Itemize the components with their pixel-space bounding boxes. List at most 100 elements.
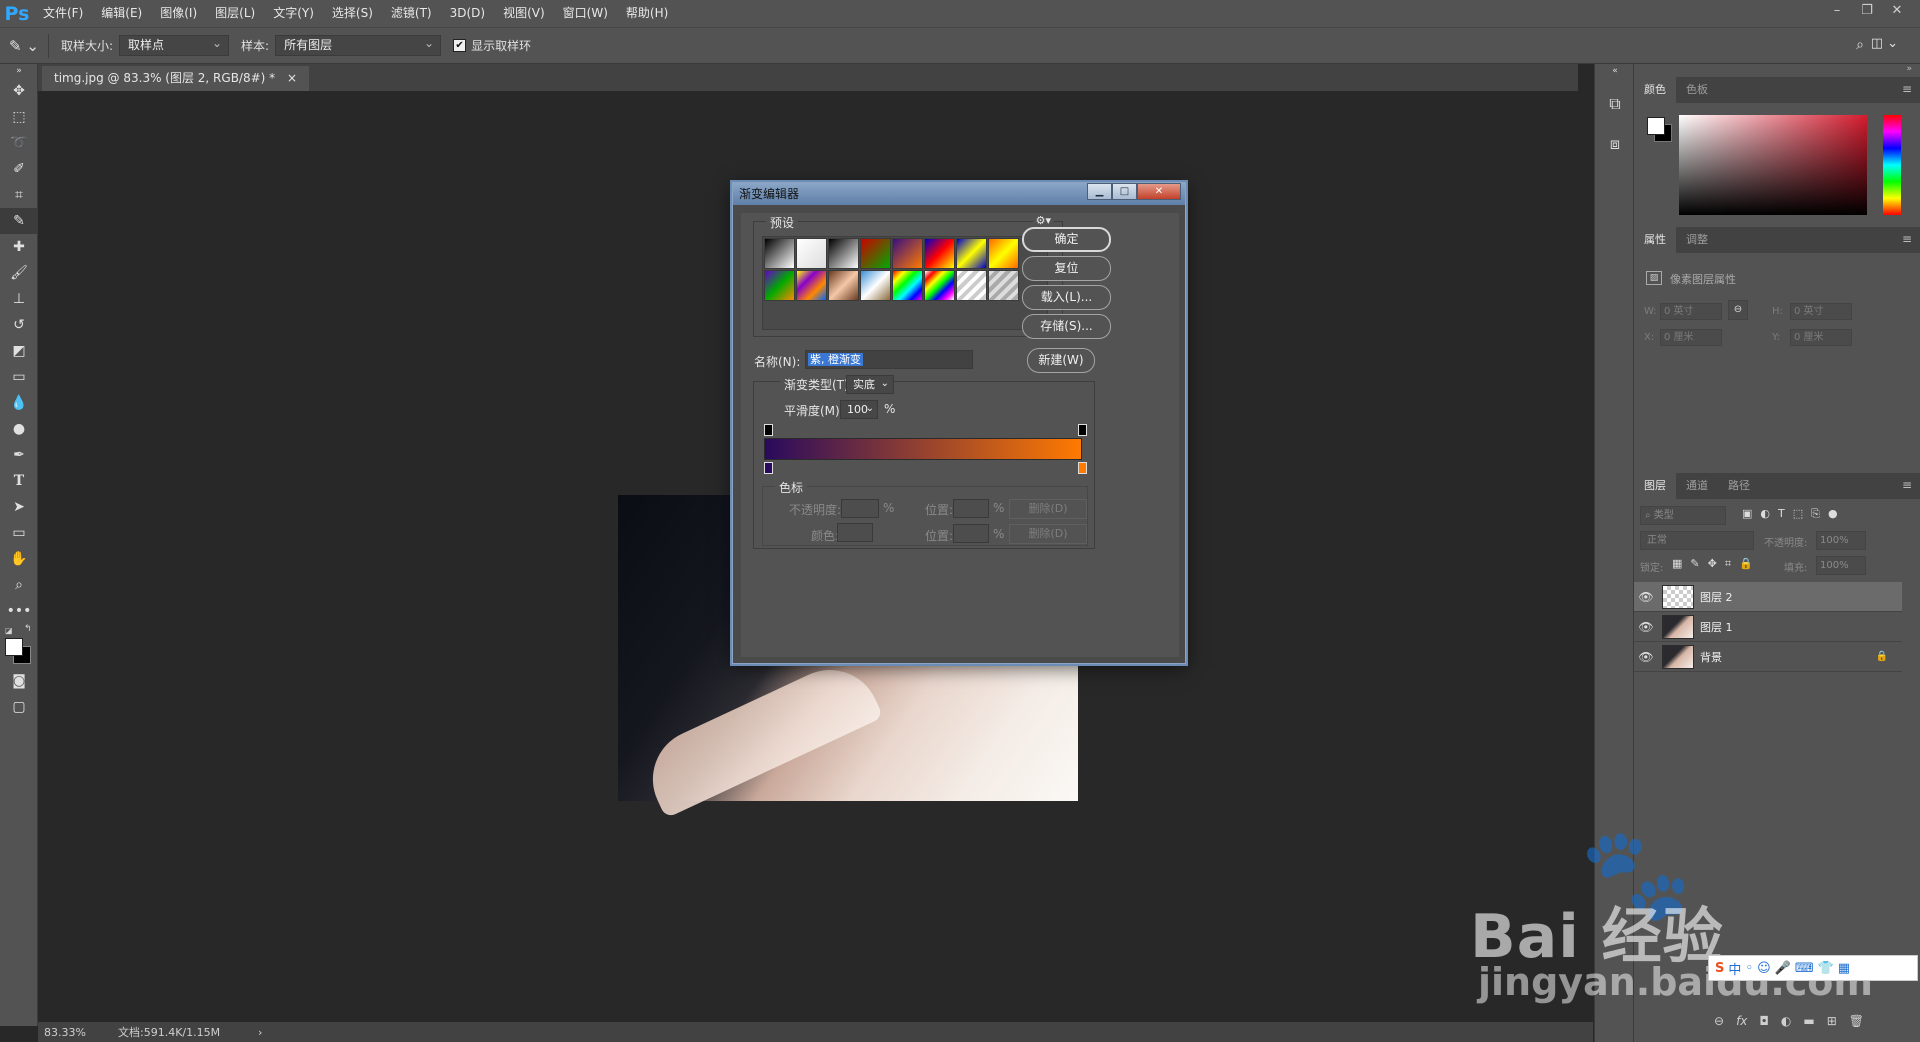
lock-artboard-icon[interactable]: ⌗ <box>1725 557 1731 571</box>
character-panel-icon[interactable]: ⧈ <box>1595 124 1635 164</box>
marquee-tool-icon[interactable]: ⬚ <box>0 104 38 130</box>
ime-emoji-icon[interactable]: ☺ <box>1757 961 1771 976</box>
dock-collapse-icon[interactable]: « <box>1595 64 1635 78</box>
opacity-stop-right[interactable] <box>1078 424 1087 436</box>
preset-red-green[interactable] <box>860 238 891 269</box>
filter-smart-icon[interactable]: ⎘ <box>1811 507 1820 521</box>
lock-transparent-icon[interactable]: ▦ <box>1672 557 1682 571</box>
color-stop-right[interactable] <box>1078 462 1087 474</box>
preset-fg-bg[interactable] <box>764 238 795 269</box>
reset-button[interactable]: 复位 <box>1022 256 1111 281</box>
save-button[interactable]: 存储(S)... <box>1022 314 1111 339</box>
gradient-preview-bar[interactable] <box>764 438 1082 460</box>
filter-shape-icon[interactable]: ⬚ <box>1793 507 1803 521</box>
menu-window[interactable]: 窗口(W) <box>554 0 617 27</box>
screen-mode-icon[interactable]: ▢ <box>0 694 38 720</box>
tab-close-icon[interactable]: × <box>287 71 297 85</box>
stop-color-swatch[interactable] <box>837 523 873 542</box>
tab-layers[interactable]: 图层 <box>1634 473 1676 499</box>
blur-tool-icon[interactable]: 💧 <box>0 390 38 416</box>
preset-orange-yellow-orange[interactable] <box>988 238 1019 269</box>
preset-fg-transparent[interactable] <box>796 238 827 269</box>
gradient-type-dropdown[interactable]: 实底 ⌄ <box>846 375 894 394</box>
foreground-color[interactable] <box>5 638 23 656</box>
visibility-icon[interactable]: 👁 <box>1634 590 1658 604</box>
eyedropper-tool-icon[interactable]: ✎ <box>0 208 38 234</box>
link-icon[interactable]: ⊖ <box>1728 300 1748 320</box>
minimize-icon[interactable]: – <box>1822 0 1852 22</box>
menu-file[interactable]: 文件(F) <box>34 0 92 27</box>
quick-mask-icon[interactable]: ◙ <box>0 668 38 694</box>
preset-spectrum[interactable] <box>892 270 923 301</box>
new-button[interactable]: 新建(W) <box>1027 348 1095 373</box>
opacity-field[interactable]: 100% <box>1816 531 1866 550</box>
panel-menu-icon[interactable]: ≡ <box>1902 478 1912 492</box>
blend-mode-dropdown[interactable]: 正常 <box>1640 531 1754 550</box>
color-field[interactable] <box>1679 115 1867 215</box>
y-field[interactable]: 0 厘米 <box>1790 329 1852 346</box>
preset-chrome[interactable] <box>860 270 891 301</box>
tab-color[interactable]: 颜色 <box>1634 77 1676 103</box>
more-tools-icon[interactable]: ••• <box>0 598 38 624</box>
shape-tool-icon[interactable]: ▭ <box>0 520 38 546</box>
eyedropper-preset-icon[interactable]: ✎ ⌄ <box>0 37 48 55</box>
fill-field[interactable]: 100% <box>1816 556 1866 575</box>
tab-properties[interactable]: 属性 <box>1634 227 1676 253</box>
menu-filter[interactable]: 滤镜(T) <box>382 0 441 27</box>
tab-paths[interactable]: 路径 <box>1718 473 1760 499</box>
eraser-tool-icon[interactable]: ◩ <box>0 338 38 364</box>
tab-swatches[interactable]: 色板 <box>1676 77 1718 103</box>
type-tool-icon[interactable]: T <box>0 468 38 494</box>
filter-adjust-icon[interactable]: ◐ <box>1760 507 1770 521</box>
stop-opacity-field[interactable] <box>841 499 879 518</box>
quick-select-tool-icon[interactable]: ✐ <box>0 156 38 182</box>
search-icon[interactable]: ⌕ <box>1856 37 1864 53</box>
workspace-icon[interactable]: ◫ ⌄ <box>1871 36 1898 51</box>
layer-name[interactable]: 背景 <box>1700 649 1722 665</box>
tab-channels[interactable]: 通道 <box>1676 473 1718 499</box>
swap-colors-icon[interactable]: ↰ <box>24 624 32 634</box>
dialog-close-icon[interactable]: ✕ <box>1137 183 1181 200</box>
layer-row[interactable]: 👁 背景 🔒 <box>1634 642 1902 672</box>
path-select-icon[interactable]: ➤ <box>0 494 38 520</box>
panel-collapse-icon[interactable]: » <box>0 64 38 78</box>
layer-filter[interactable]: ⌕ 类型 <box>1640 506 1726 525</box>
stamp-tool-icon[interactable]: ⊥ <box>0 286 38 312</box>
document-tab[interactable]: timg.jpg @ 83.3% (图层 2, RGB/8#) * × <box>42 66 310 91</box>
preset-violet-green-orange[interactable] <box>764 270 795 301</box>
visibility-icon[interactable]: 👁 <box>1634 620 1658 634</box>
dialog-minimize-icon[interactable]: ▁ <box>1087 183 1112 200</box>
preset-blue-red-yellow[interactable] <box>924 238 955 269</box>
ime-punct-icon[interactable]: ◦ <box>1745 961 1753 976</box>
h-field[interactable]: 0 英寸 <box>1790 303 1852 320</box>
zoom-level[interactable]: 83.33% <box>38 1026 118 1039</box>
layer-name[interactable]: 图层 1 <box>1700 619 1733 635</box>
pen-tool-icon[interactable]: ✒ <box>0 442 38 468</box>
preset-violet-orange[interactable] <box>892 238 923 269</box>
preset-blue-yellow-blue[interactable] <box>956 238 987 269</box>
ime-tools-icon[interactable]: ▦ <box>1838 961 1850 976</box>
visibility-icon[interactable]: 👁 <box>1634 650 1658 664</box>
presets-gear-icon[interactable]: ⚙▾ <box>1032 214 1054 227</box>
lock-pixels-icon[interactable]: ✎ <box>1690 557 1699 571</box>
preset-yellow-violet-orange-blue[interactable] <box>796 270 827 301</box>
filter-pixel-icon[interactable]: ▣ <box>1742 507 1752 521</box>
lock-position-icon[interactable]: ✥ <box>1708 557 1717 571</box>
history-panel-icon[interactable]: ⧉ <box>1595 84 1635 124</box>
tab-adjustments[interactable]: 调整 <box>1676 227 1718 253</box>
delete-opacity-stop-button[interactable]: 删除(D) <box>1009 499 1087 519</box>
lasso-tool-icon[interactable]: ➰ <box>0 130 38 156</box>
sample-dropdown[interactable]: 所有图层 <box>275 34 442 56</box>
dodge-tool-icon[interactable]: ● <box>0 416 38 442</box>
filter-type-icon[interactable]: T <box>1778 507 1785 521</box>
menu-3d[interactable]: 3D(D) <box>441 0 494 27</box>
dialog-titlebar[interactable]: 渐变编辑器 ▁ □ ✕ <box>733 183 1185 205</box>
opacity-position-field[interactable] <box>953 499 989 518</box>
menu-help[interactable]: 帮助(H) <box>617 0 677 27</box>
filter-toggle-icon[interactable]: ● <box>1828 507 1838 521</box>
ok-button[interactable]: 确定 <box>1022 227 1111 252</box>
brush-tool-icon[interactable]: 🖌 <box>0 260 38 286</box>
move-tool-icon[interactable]: ✥ <box>0 78 38 104</box>
x-field[interactable]: 0 厘米 <box>1660 329 1722 346</box>
layer-name[interactable]: 图层 2 <box>1700 589 1733 605</box>
